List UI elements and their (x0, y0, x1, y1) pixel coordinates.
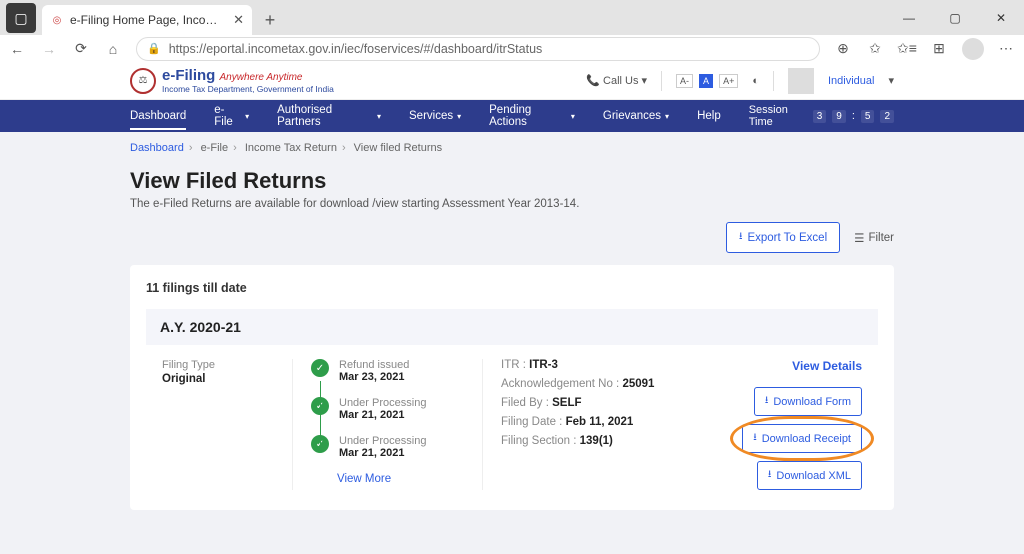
export-to-excel-button[interactable]: ⭳Export To Excel (726, 222, 840, 253)
font-normal[interactable]: A (699, 74, 713, 88)
assessment-year-header: A.Y. 2020-21 (146, 309, 878, 345)
nav-forward-icon: → (40, 40, 58, 58)
new-tab-button[interactable]: + (256, 6, 284, 34)
window-maximize[interactable]: ▢ (932, 0, 978, 35)
session-digit: 3 (813, 110, 827, 123)
separator (661, 71, 662, 91)
tab-title: e-Filing Home Page, Income Tax (70, 13, 227, 27)
nav-refresh-icon[interactable]: ⟳ (72, 40, 90, 58)
main-nav: Dashboard e-File ▾ Authorised Partners ▾… (0, 100, 1024, 132)
nav-partners[interactable]: Authorised Partners ▾ (277, 104, 381, 128)
chevron-down-icon: ▾ (571, 112, 575, 121)
chevron-down-icon: ▾ (377, 112, 381, 121)
tab-close-icon[interactable]: ✕ (233, 12, 244, 28)
site-logo[interactable]: ⚖ e-Filing Anywhere Anytime Income Tax D… (130, 67, 334, 94)
highlight-annotation: ⭳Download Receipt (742, 424, 862, 453)
zoom-icon[interactable]: ⊕ (834, 40, 852, 58)
filings-count: 11 filings till date (146, 281, 878, 295)
download-xml-button[interactable]: ⭳Download XML (757, 461, 862, 490)
separator (773, 71, 774, 91)
filing-type-label: Filing Type (162, 359, 272, 371)
page-title: View Filed Returns (130, 168, 894, 194)
address-bar: ← → ⟳ ⌂ 🔒 https://eportal.incometax.gov.… (0, 35, 1024, 62)
font-decrease[interactable]: A- (676, 74, 693, 88)
download-form-button[interactable]: ⭳Download Form (754, 387, 862, 416)
nav-grievances[interactable]: Grievances ▾ (603, 110, 669, 122)
tab-overview-button[interactable]: ▢ (6, 3, 36, 33)
timeline-line (320, 381, 321, 444)
view-details-link[interactable]: View Details (792, 359, 862, 373)
nav-services[interactable]: Services ▾ (409, 110, 461, 122)
lock-icon: 🔒 (147, 42, 161, 55)
session-label: Session Time (749, 104, 807, 128)
crumb-itr: Income Tax Return (245, 142, 337, 154)
logo-emblem-icon: ⚖ (130, 68, 156, 94)
download-icon: ⭳ (753, 430, 757, 447)
chevron-down-icon: ▾ (665, 112, 669, 121)
url-text: https://eportal.incometax.gov.in/iec/fos… (169, 42, 543, 56)
chevron-down-icon[interactable]: ▾ (888, 74, 894, 87)
crumb-efile: e-File (201, 142, 229, 154)
filings-card: 11 filings till date A.Y. 2020-21 Filing… (130, 265, 894, 510)
browser-right-icons: ⊕ ✩ ✩≡ ⊞ ⋯ (834, 38, 1016, 60)
user-avatar[interactable] (788, 68, 814, 94)
favorites-icon[interactable]: ✩≡ (898, 40, 916, 58)
window-minimize[interactable]: — (886, 0, 932, 35)
more-icon[interactable]: ⋯ (998, 40, 1016, 58)
tab-favicon: ◎ (50, 13, 64, 27)
session-digit: 2 (880, 110, 894, 123)
timeline-item: ✓ Under ProcessingMar 21, 2021 (311, 397, 462, 421)
browser-tab[interactable]: ◎ e-Filing Home Page, Income Tax ✕ (42, 5, 252, 35)
breadcrumb: Dashboard› e-File› Income Tax Return› Vi… (0, 132, 1024, 160)
browser-chrome: ▢ ◎ e-Filing Home Page, Income Tax ✕ + —… (0, 0, 1024, 62)
logo-dept: Income Tax Department, Government of Ind… (162, 84, 334, 94)
logo-brand: e-Filing (162, 67, 215, 84)
session-timer: Session Time 3 9 : 5 2 (749, 104, 894, 128)
font-increase[interactable]: A+ (719, 74, 738, 88)
collections-icon[interactable]: ⊞ (930, 40, 948, 58)
site-header: ⚖ e-Filing Anywhere Anytime Income Tax D… (0, 62, 1024, 100)
user-type-link[interactable]: Individual (828, 75, 874, 87)
timeline-item: ✓ Under ProcessingMar 21, 2021 (311, 435, 462, 459)
nav-efile[interactable]: e-File ▾ (214, 104, 249, 128)
nav-back-icon[interactable]: ← (8, 40, 26, 58)
download-icon: ⭳ (768, 467, 772, 484)
chevron-down-icon: ▾ (457, 112, 461, 121)
session-digit: 9 (832, 110, 846, 123)
call-us-link[interactable]: 📞 Call Us ▾ (586, 74, 647, 87)
page-subtitle: The e-Filed Returns are available for do… (130, 198, 894, 210)
window-controls: — ▢ ✕ (886, 0, 1024, 35)
window-close[interactable]: ✕ (978, 0, 1024, 35)
contrast-icon[interactable]: ◐ (752, 75, 759, 87)
filter-icon: ☰ (854, 231, 864, 245)
check-icon: ✓ (311, 359, 329, 377)
nav-help[interactable]: Help (697, 110, 721, 122)
font-size-control: A- A A+ (676, 74, 738, 88)
nav-dashboard[interactable]: Dashboard (130, 110, 186, 122)
crumb-dashboard[interactable]: Dashboard (130, 142, 184, 154)
download-receipt-button[interactable]: ⭳Download Receipt (742, 424, 862, 453)
profile-avatar[interactable] (962, 38, 984, 60)
download-icon: ⭳ (739, 229, 743, 246)
filter-button[interactable]: ☰ Filter (854, 231, 894, 245)
session-digit: 5 (861, 110, 875, 123)
timeline-item: ✓ Refund issuedMar 23, 2021 (311, 359, 462, 383)
nav-home-icon[interactable]: ⌂ (104, 40, 122, 58)
view-more-link[interactable]: View More (337, 473, 462, 485)
star-icon[interactable]: ✩ (866, 40, 884, 58)
browser-tab-bar: ▢ ◎ e-Filing Home Page, Income Tax ✕ + —… (0, 0, 1024, 35)
download-icon: ⭳ (765, 393, 769, 410)
filing-type-value: Original (162, 373, 272, 385)
chevron-down-icon: ▾ (245, 112, 249, 121)
nav-pending[interactable]: Pending Actions ▾ (489, 104, 575, 128)
url-input[interactable]: 🔒 https://eportal.incometax.gov.in/iec/f… (136, 37, 820, 61)
logo-tag: Anywhere Anytime (220, 72, 303, 83)
crumb-current: View filed Returns (354, 142, 442, 154)
